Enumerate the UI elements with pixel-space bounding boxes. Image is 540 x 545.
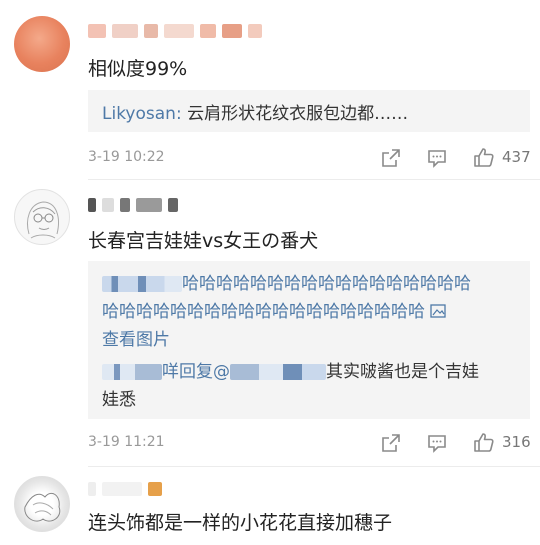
comment-meta: 3-19 10:22 437 <box>88 145 531 171</box>
blurred-username[interactable] <box>102 276 182 292</box>
share-button[interactable] <box>380 432 402 454</box>
quote-username-link[interactable]: Likyosan: <box>102 104 182 124</box>
quoted-reply[interactable]: 哈哈哈哈哈哈哈哈哈哈哈哈哈哈哈哈哈 哈哈哈哈哈哈哈哈哈哈哈哈哈哈哈哈哈哈哈 查看… <box>88 261 530 419</box>
timestamp: 3-19 10:22 <box>88 149 165 165</box>
username-blurred[interactable] <box>88 194 178 216</box>
like-button[interactable]: 316 <box>472 430 531 454</box>
quote-line: 咩回复@ 其实啵酱也是个吉娃 <box>102 357 479 382</box>
username-blurred[interactable] <box>88 20 262 42</box>
sketch-flower-icon <box>24 492 61 522</box>
comment-button[interactable] <box>426 432 448 454</box>
quote-line: Likyosan: 云肩形状花纹衣服包边都…… <box>102 99 408 124</box>
comment-icon <box>428 150 446 168</box>
like-button[interactable]: 437 <box>472 145 531 169</box>
avatar[interactable] <box>14 189 70 245</box>
blurred-mention[interactable] <box>230 364 326 380</box>
thumbs-up-icon <box>474 433 494 452</box>
username-blurred[interactable] <box>88 478 162 500</box>
comment-button[interactable] <box>426 147 448 169</box>
like-count: 437 <box>502 148 531 166</box>
share-button[interactable] <box>380 147 402 169</box>
comment-text: 相似度99% <box>88 58 188 80</box>
quote-line: 哈哈哈哈哈哈哈哈哈哈哈哈哈哈哈哈哈哈哈 <box>102 297 447 322</box>
quote-content: 哈哈哈哈哈哈哈哈哈哈哈哈哈哈哈哈哈哈哈 <box>102 302 425 322</box>
avatar[interactable] <box>14 16 70 72</box>
share-icon <box>382 434 400 452</box>
view-image-link[interactable]: 查看图片 <box>102 325 170 350</box>
blurred-username[interactable] <box>102 364 162 380</box>
divider <box>88 179 540 180</box>
comment-icon <box>428 435 446 453</box>
comment-meta: 3-19 11:21 316 <box>88 430 531 456</box>
image-icon[interactable] <box>430 303 447 319</box>
comment-text: 长春宫吉娃娃vs女王の番犬 <box>88 230 319 252</box>
reply-label: 咩回复@ <box>162 362 230 382</box>
reply-content: 其实啵酱也是个吉娃 <box>326 362 479 382</box>
share-icon <box>382 149 400 167</box>
quote-line: 哈哈哈哈哈哈哈哈哈哈哈哈哈哈哈哈哈 <box>102 269 471 294</box>
quoted-reply[interactable]: Likyosan: 云肩形状花纹衣服包边都…… <box>88 90 530 132</box>
reply-content-continued: 娃悉 <box>102 390 136 410</box>
sketch-portrait-icon <box>27 201 59 239</box>
like-count: 316 <box>502 433 531 451</box>
divider <box>88 466 540 467</box>
timestamp: 3-19 11:21 <box>88 434 165 450</box>
quote-content: 哈哈哈哈哈哈哈哈哈哈哈哈哈哈哈哈哈 <box>182 274 471 294</box>
quote-content: 云肩形状花纹衣服包边都…… <box>181 104 409 124</box>
avatar[interactable] <box>14 476 70 532</box>
comment-text: 连头饰都是一样的小花花直接加穗子 <box>88 512 393 534</box>
thumbs-up-icon <box>474 148 494 167</box>
